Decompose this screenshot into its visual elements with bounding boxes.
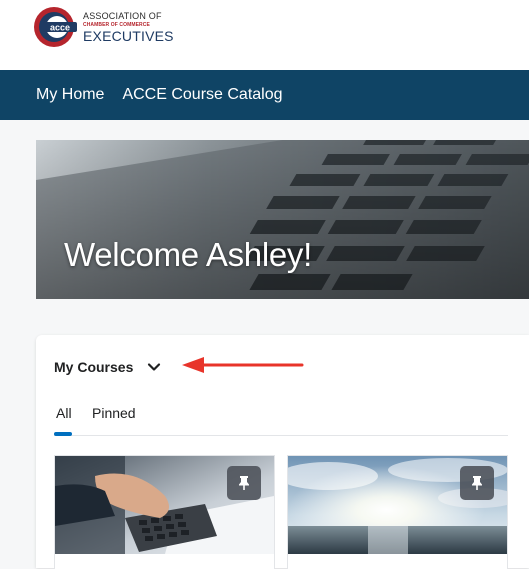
- course-tabs: All Pinned: [54, 405, 508, 436]
- acce-logo[interactable]: acce ASSOCIATION OF CHAMBER OF COMMERCE …: [33, 6, 174, 48]
- my-courses-widget: My Courses All Pinned: [36, 335, 529, 569]
- course-card[interactable]: [54, 455, 275, 569]
- main-navigation: My Home ACCE Course Catalog: [0, 70, 529, 120]
- tab-selected-indicator: [54, 432, 72, 436]
- my-courses-header[interactable]: My Courses: [54, 359, 161, 375]
- pin-icon: [472, 476, 482, 490]
- pin-icon: [239, 476, 249, 490]
- pin-course-button[interactable]: [460, 466, 494, 500]
- laptop-keyboard-photo: [36, 140, 529, 299]
- logo-line-3: EXECUTIVES: [83, 27, 174, 44]
- welcome-heading: Welcome Ashley!: [64, 236, 312, 273]
- nav-my-home[interactable]: My Home: [36, 86, 104, 104]
- course-card[interactable]: [287, 455, 508, 569]
- acce-logo-mark: acce: [34, 7, 77, 47]
- logo-line-2: CHAMBER OF COMMERCE: [83, 21, 150, 28]
- red-arrow-annotation: [182, 357, 304, 373]
- tab-all[interactable]: All: [56, 405, 72, 421]
- site-header: acce ASSOCIATION OF CHAMBER OF COMMERCE …: [0, 0, 529, 70]
- logo-badge-text: acce: [50, 23, 70, 33]
- chevron-down-icon[interactable]: [147, 360, 161, 374]
- tab-pinned[interactable]: Pinned: [92, 405, 136, 421]
- welcome-banner: Welcome Ashley!: [36, 140, 529, 299]
- logo-line-1: ASSOCIATION OF: [83, 10, 162, 21]
- my-courses-title: My Courses: [54, 359, 134, 375]
- logo-wordmark: ASSOCIATION OF CHAMBER OF COMMERCE EXECU…: [83, 10, 174, 44]
- nav-course-catalog[interactable]: ACCE Course Catalog: [122, 86, 282, 104]
- pin-course-button[interactable]: [227, 466, 261, 500]
